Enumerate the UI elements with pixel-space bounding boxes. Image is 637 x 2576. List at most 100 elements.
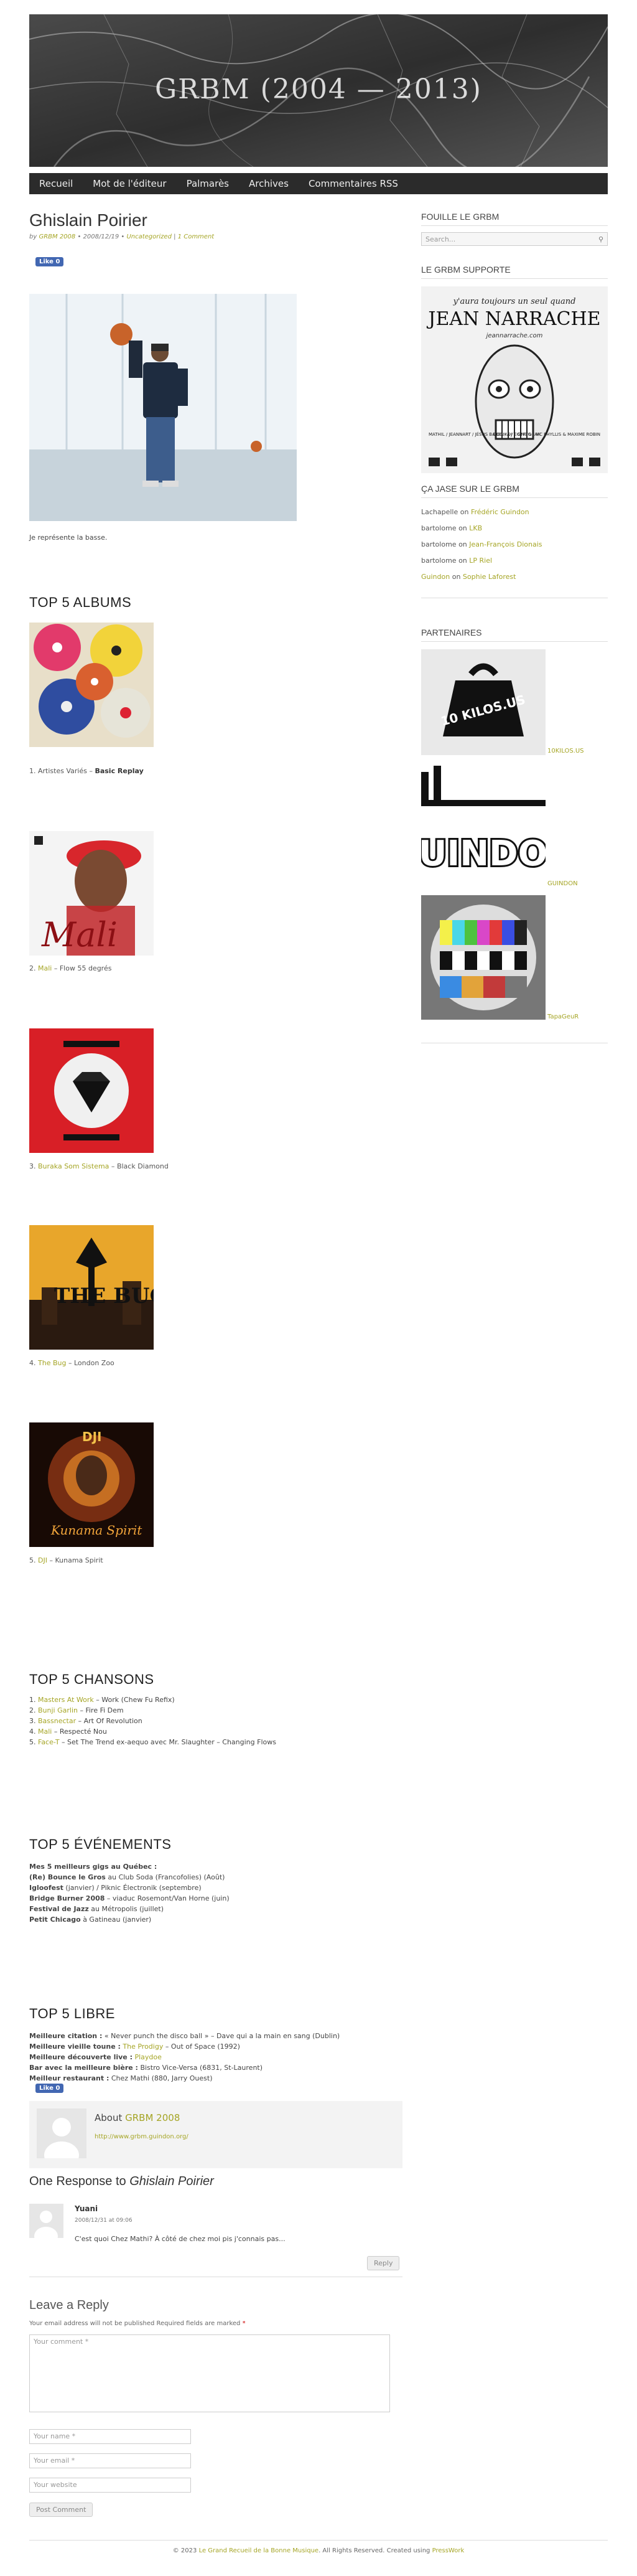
facebook-like-button-bottom[interactable]: Like 0 xyxy=(35,2084,64,2093)
meta-comments-link[interactable]: 1 Comment xyxy=(178,233,215,240)
song-artist-link[interactable]: Bassnectar xyxy=(38,1717,76,1725)
name-field[interactable]: Your name * xyxy=(29,2429,191,2444)
sidebar-partners-heading: PARTENAIRES xyxy=(421,628,482,637)
recent-comment-author: bartolome xyxy=(421,540,457,548)
album-caption-3: 3. Buraka Som Sistema – Black Diamond xyxy=(29,1162,169,1170)
svg-text:Kunama Spirit: Kunama Spirit xyxy=(50,1523,142,1538)
album-caption-5: 5. DJI – Kunama Spirit xyxy=(29,1556,103,1564)
sidebar-search-heading: FOUILLE LE GRBM xyxy=(421,212,500,222)
recent-comment-author: bartolome xyxy=(421,557,457,565)
song-artist-link[interactable]: Masters At Work xyxy=(38,1696,94,1704)
libre-row: Meilleure découverte live : Playdoe xyxy=(29,2052,340,2062)
song-row: 3. Bassnectar – Art Of Revolution xyxy=(29,1716,276,1726)
nav-item-archives[interactable]: Archives xyxy=(239,178,299,189)
comment-textarea[interactable]: Your comment * xyxy=(29,2334,390,2412)
album-artist-link[interactable]: DJI xyxy=(38,1556,47,1564)
footer: © 2023 Le Grand Recueil de la Bonne Musi… xyxy=(0,2547,637,2554)
website-field[interactable]: Your website xyxy=(29,2478,191,2493)
album-artist-link[interactable]: Buraka Som Sistema xyxy=(38,1162,109,1170)
libre-label: Meilleur restaurant : xyxy=(29,2074,109,2082)
libre-row: Bar avec la meilleure bière : Bistro Vic… xyxy=(29,2062,340,2073)
album-cover-black-diamond xyxy=(29,1028,154,1153)
recent-comment-on: on xyxy=(452,573,461,581)
author-url-link[interactable]: http://www.grbm.guindon.org/ xyxy=(95,2133,188,2140)
recent-comment-author-link[interactable]: Guindon xyxy=(421,573,450,581)
album-dash: – xyxy=(52,964,60,972)
album-artist-link[interactable]: Mali xyxy=(38,964,52,972)
album-cover-flow-55: Mali xyxy=(29,831,154,956)
event-text: au Métropolis (juillet) xyxy=(88,1905,164,1913)
nav-item-recueil[interactable]: Recueil xyxy=(29,178,83,189)
album-caption-4: 4. The Bug – London Zoo xyxy=(29,1359,114,1367)
site-banner[interactable]: GRBM (2004 — 2013) xyxy=(29,14,608,167)
footer-site-link[interactable]: Le Grand Recueil de la Bonne Musique xyxy=(199,2547,319,2554)
libre-label: Meilleure découverte live : xyxy=(29,2053,133,2061)
libre-text: Bistro Vice-Versa (6831, St-Laurent) xyxy=(137,2064,263,2072)
song-row: 4. Mali – Respecté Nou xyxy=(29,1726,276,1737)
song-title: – Art Of Revolution xyxy=(76,1717,142,1725)
footer-engine-link[interactable]: PressWork xyxy=(432,2547,465,2554)
album-caption-1: 1. Artistes Variés – Basic Replay xyxy=(29,767,144,775)
song-title: – Set The Trend ex-aequo avec Mr. Slaugh… xyxy=(59,1738,276,1746)
comment-reply-button[interactable]: Reply xyxy=(367,2256,400,2270)
author-name-link[interactable]: GRBM 2008 xyxy=(125,2112,180,2123)
required-star: * xyxy=(242,2320,246,2327)
recent-comment-on: on xyxy=(458,524,467,532)
album-num: 2. xyxy=(29,964,36,972)
song-artist-link[interactable]: Bunji Garlin xyxy=(38,1706,78,1714)
song-artist-link[interactable]: Face-T xyxy=(38,1738,60,1746)
search-placeholder: Search... xyxy=(425,235,456,243)
partner-link-tapageur[interactable]: TapaGeuR xyxy=(547,1013,579,1020)
album-num: 4. xyxy=(29,1359,36,1367)
event-label: Petit Chicago xyxy=(29,1916,81,1924)
recent-comment-post-link[interactable]: Jean-François Dionais xyxy=(469,540,542,548)
email-field[interactable]: Your email * xyxy=(29,2453,191,2468)
divider xyxy=(421,225,608,226)
event-row: Mes 5 meilleurs gigs au Québec : xyxy=(29,1861,230,1872)
author-about-label: About xyxy=(95,2112,123,2123)
event-label: (Re) Bounce le Gros xyxy=(29,1873,106,1881)
nav-item-palmares[interactable]: Palmarès xyxy=(177,178,239,189)
songs-list: 1. Masters At Work – Work (Chew Fu Refix… xyxy=(29,1695,276,1747)
album-artist-link[interactable]: The Bug xyxy=(38,1359,66,1367)
footer-rights: . All Rights Reserved. Created using xyxy=(318,2547,430,2554)
partner-link-guindon[interactable]: GUINDON xyxy=(547,880,578,887)
jean-narrache-ad[interactable]: y'aura toujours un seul quand JEAN NARRA… xyxy=(421,286,608,473)
libre-link[interactable]: The Prodigy xyxy=(123,2042,163,2051)
song-title: – Fire Fi Dem xyxy=(77,1706,124,1714)
recent-comment-post-link[interactable]: Sophie Laforest xyxy=(463,573,516,581)
recent-comment-post-link[interactable]: Frédéric Guindon xyxy=(471,508,529,516)
album-dash: – xyxy=(66,1359,74,1367)
recent-comment-post-link[interactable]: LP Riel xyxy=(469,557,492,565)
post-comment-button[interactable]: Post Comment xyxy=(29,2503,93,2517)
comment-text: C'est quoi Chez Mathi? À côté de chez mo… xyxy=(75,2235,286,2243)
partner-link-10kilos[interactable]: 10KILOS.US xyxy=(547,748,584,754)
libre-label: Bar avec la meilleure bière : xyxy=(29,2064,138,2072)
libre-link[interactable]: Playdoe xyxy=(134,2053,161,2061)
meta-category-link[interactable]: Uncategorized xyxy=(126,233,171,240)
artist-photo xyxy=(29,294,297,521)
recent-comment-post-link[interactable]: LKB xyxy=(469,524,482,532)
sidebar-jase-heading: ÇA JASE SUR LE GRBM xyxy=(421,484,519,494)
nav-item-rss[interactable]: Commentaires RSS xyxy=(299,178,408,189)
facebook-like-button[interactable]: Like 0 xyxy=(35,257,64,266)
songs-heading: TOP 5 CHANSONS xyxy=(29,1671,154,1687)
nav-item-mot-editeur[interactable]: Mot de l'éditeur xyxy=(83,178,176,189)
recent-comment-on: on xyxy=(458,540,467,548)
recent-comment: bartolome on Jean-François Dionais xyxy=(421,537,542,553)
ad-headline: y'aura toujours un seul quand xyxy=(453,297,576,306)
comment-date[interactable]: 2008/12/31 at 09:06 xyxy=(75,2217,133,2224)
search-icon[interactable]: ⚲ xyxy=(598,235,603,243)
svg-text:Mali: Mali xyxy=(41,915,118,954)
meta-author-link[interactable]: GRBM 2008 xyxy=(39,233,75,240)
footer-copyright: © 2023 xyxy=(172,2547,197,2554)
partner-logo-tapageur[interactable] xyxy=(421,895,546,1020)
reply-notice: Your email address will not be published… xyxy=(29,2320,246,2327)
partner-logo-10kilos[interactable]: 10 KILOS.US xyxy=(421,649,546,755)
site-title[interactable]: GRBM (2004 — 2013) xyxy=(29,73,608,105)
song-artist-link[interactable]: Mali xyxy=(38,1728,52,1736)
search-input[interactable]: Search... ⚲ xyxy=(421,232,608,246)
avatar-silhouette-icon xyxy=(29,2204,63,2245)
song-num: 3. xyxy=(29,1717,36,1725)
partner-logo-guindon[interactable]: GUINDON xyxy=(421,766,546,881)
